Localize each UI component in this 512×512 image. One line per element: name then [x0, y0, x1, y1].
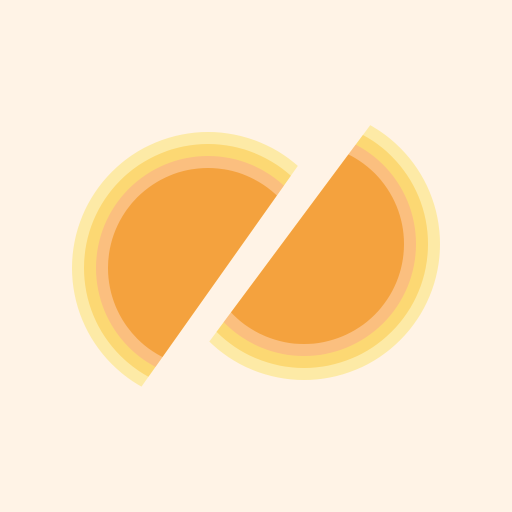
app-icon-canvas	[0, 0, 512, 512]
split-orange-logo-icon	[72, 112, 440, 404]
